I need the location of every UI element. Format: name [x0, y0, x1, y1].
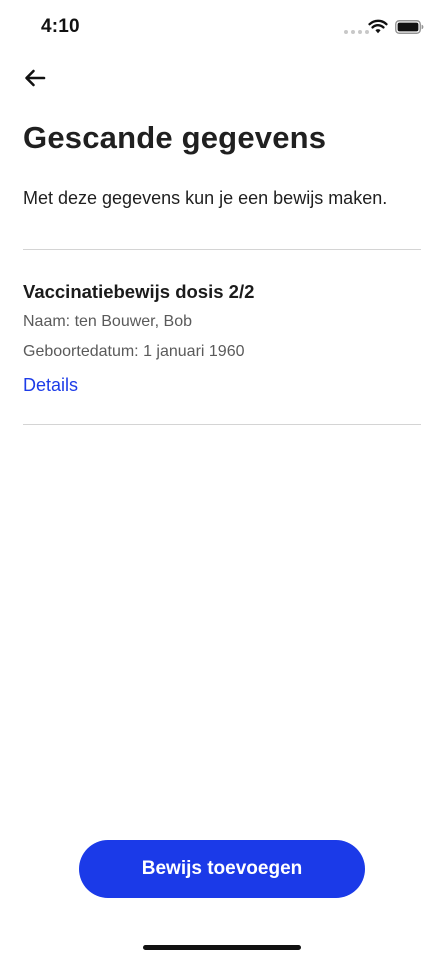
page-title: Gescande gegevens: [23, 120, 327, 155]
intro-text: Met deze gegevens kun je een bewijs make…: [23, 188, 388, 208]
proof-holder-name: Naam: ten Bouwer, Bob: [23, 313, 192, 330]
proof-birth-date: Geboortedatum: 1 januari 1960: [23, 343, 245, 360]
wifi-icon: [368, 19, 388, 34]
divider: [23, 424, 421, 425]
screen: 4:10 Gescande gegevens Met deze gegevens…: [0, 0, 444, 960]
status-bar: 4:10: [0, 0, 444, 54]
status-time: 4:10: [41, 16, 80, 37]
battery-icon: [395, 20, 424, 34]
add-proof-button[interactable]: Bewijs toevoegen: [79, 840, 365, 898]
back-button[interactable]: [18, 62, 52, 94]
cellular-signal-icon: [344, 30, 369, 34]
details-link[interactable]: Details: [23, 375, 78, 396]
home-indicator: [143, 945, 301, 950]
proof-title: Vaccinatiebewijs dosis 2/2: [23, 281, 255, 302]
arrow-left-icon: [25, 69, 46, 87]
divider: [23, 249, 421, 250]
